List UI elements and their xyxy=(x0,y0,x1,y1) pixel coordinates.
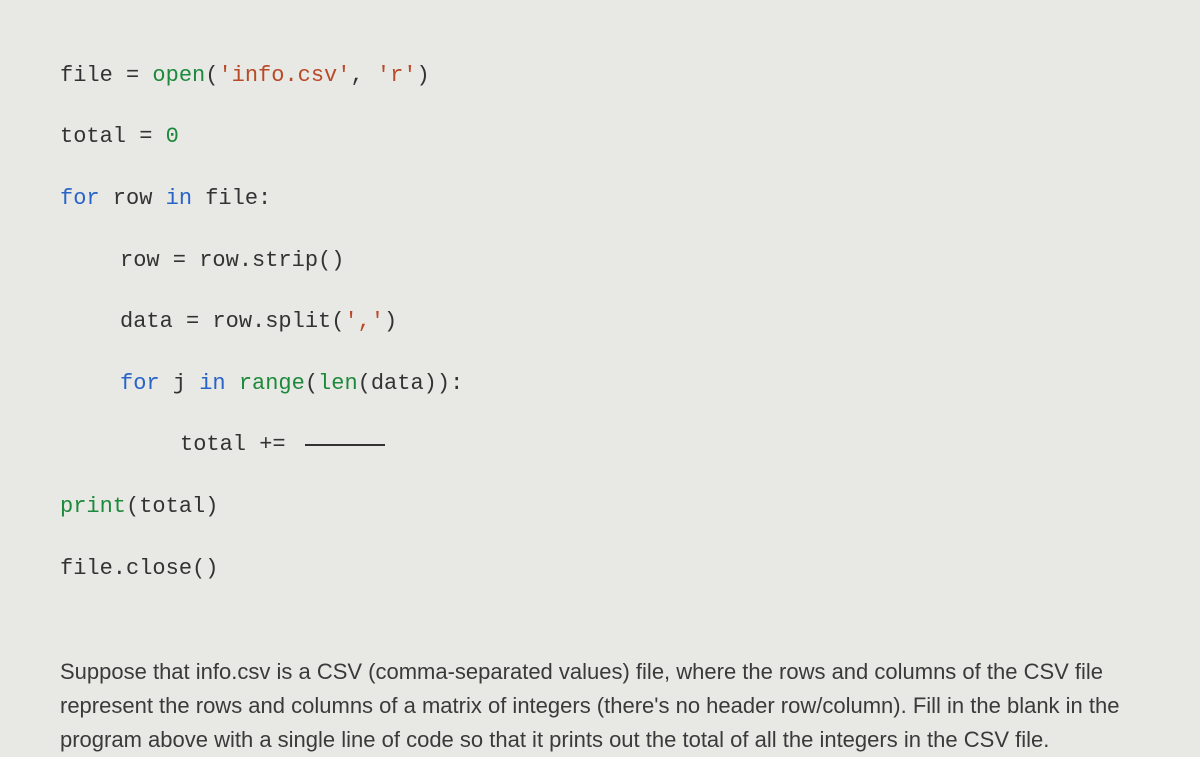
code-builtin: len xyxy=(318,371,358,396)
code-text: file.close() xyxy=(60,556,218,581)
code-keyword: for xyxy=(120,371,160,396)
code-text: row = row.strip() xyxy=(120,248,344,273)
code-line-3: for row in file: xyxy=(60,184,1140,215)
code-text: ( xyxy=(205,63,218,88)
question-text: Suppose that info.csv is a CSV (comma-se… xyxy=(60,655,1140,757)
code-text: row xyxy=(100,186,166,211)
code-text: j xyxy=(160,371,200,396)
code-keyword: in xyxy=(199,371,225,396)
code-builtin: range xyxy=(239,371,305,396)
code-line-5: data = row.split(',') xyxy=(60,307,1140,338)
code-string: 'r' xyxy=(377,63,417,88)
code-block: file = open('info.csv', 'r') total = 0 f… xyxy=(60,30,1140,615)
fill-blank[interactable] xyxy=(305,444,385,446)
code-text: ( xyxy=(305,371,318,396)
code-line-7: total += xyxy=(60,430,1140,461)
code-line-2: total = 0 xyxy=(60,122,1140,153)
code-text xyxy=(226,371,239,396)
code-line-4: row = row.strip() xyxy=(60,246,1140,277)
code-keyword: for xyxy=(60,186,100,211)
code-text: (total) xyxy=(126,494,218,519)
code-builtin: open xyxy=(152,63,205,88)
code-text: total = xyxy=(60,124,166,149)
code-number: 0 xyxy=(166,124,179,149)
code-text: data = row.split( xyxy=(120,309,344,334)
code-text: (data)): xyxy=(358,371,464,396)
code-builtin: print xyxy=(60,494,126,519)
code-line-8: print(total) xyxy=(60,492,1140,523)
code-line-6: for j in range(len(data)): xyxy=(60,369,1140,400)
code-string: ',' xyxy=(344,309,384,334)
code-string: 'info.csv' xyxy=(218,63,350,88)
code-line-1: file = open('info.csv', 'r') xyxy=(60,61,1140,92)
code-text: file: xyxy=(192,186,271,211)
code-text: file = xyxy=(60,63,152,88)
code-line-9: file.close() xyxy=(60,554,1140,585)
code-text: total += xyxy=(180,432,299,457)
code-text: , xyxy=(350,63,376,88)
code-keyword: in xyxy=(166,186,192,211)
code-text: ) xyxy=(416,63,429,88)
code-text: ) xyxy=(384,309,397,334)
